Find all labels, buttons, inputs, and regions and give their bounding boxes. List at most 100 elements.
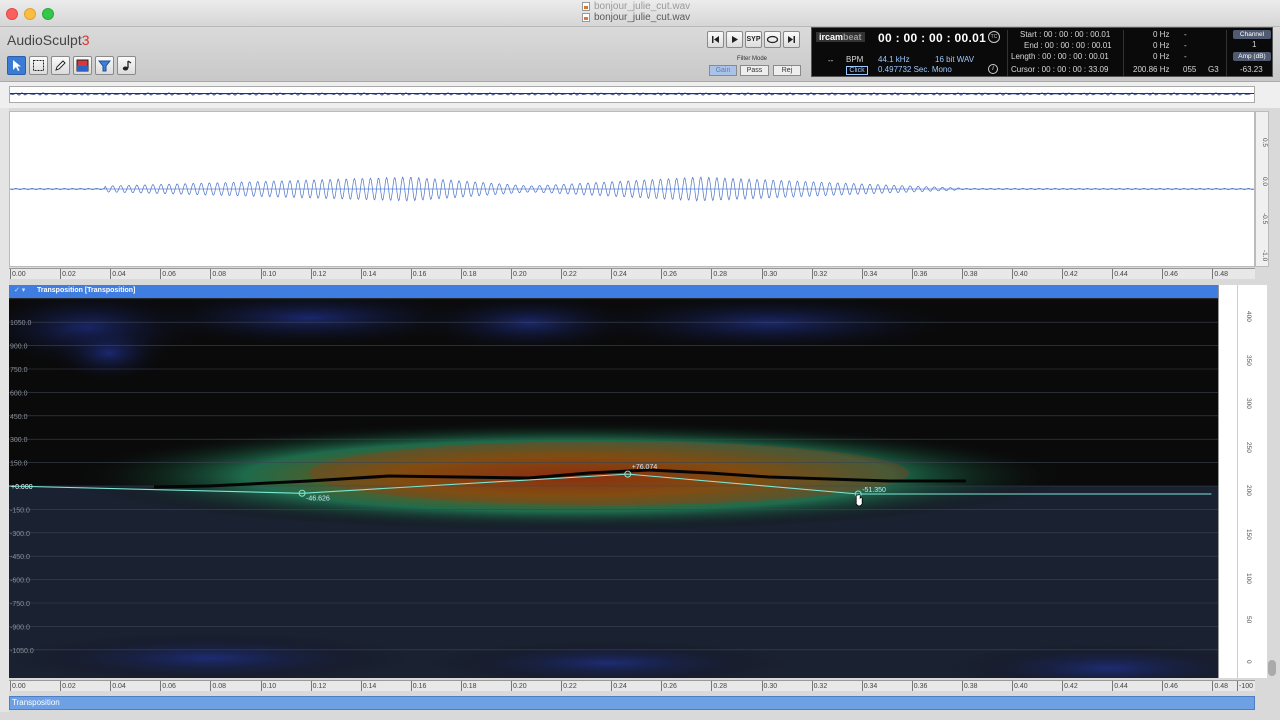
y-axis-label: 900.0 xyxy=(10,344,28,351)
timecode-mode-icon[interactable]: TC xyxy=(988,31,1000,43)
filter-icon xyxy=(98,60,111,72)
track-selector-bar[interactable]: Transposition xyxy=(9,696,1255,710)
time-tick: 0.18 xyxy=(460,269,477,279)
frequency-tick: 100 xyxy=(1245,572,1252,584)
vertical-scrollbar[interactable] xyxy=(1268,660,1276,676)
time-tick: 0.18 xyxy=(460,681,477,691)
filter-tool-button[interactable] xyxy=(95,56,114,75)
title-bar: bonjour_julie_cut.wav bonjour_julie_cut.… xyxy=(0,0,1280,27)
time-tick: 0.04 xyxy=(110,681,126,691)
wav-file-icon xyxy=(582,13,590,22)
cursor-time: Cursor : 00 : 00 : 00 : 33.09 xyxy=(1011,65,1109,74)
waveform-view[interactable] xyxy=(9,111,1255,267)
color-tool-button[interactable] xyxy=(73,56,92,75)
y-axis-label: 750.0 xyxy=(10,367,28,374)
window-title: bonjour_julie_cut.wav xyxy=(594,12,691,23)
selection-start: Start : 00 : 00 : 00 : 00.01 xyxy=(1020,30,1111,39)
dash: - xyxy=(1184,30,1187,39)
overview-strip[interactable] xyxy=(9,86,1255,103)
bit-depth: 16 bit WAV xyxy=(935,55,975,64)
frequency-tick: 250 xyxy=(1245,441,1252,453)
time-tick: 0.34 xyxy=(861,681,878,691)
filter-rej-button[interactable]: Rej xyxy=(773,65,801,76)
info-icon[interactable]: i xyxy=(988,64,998,74)
pencil-tool-button[interactable] xyxy=(51,56,70,75)
frequency-tick: 300 xyxy=(1245,398,1252,410)
play-button[interactable] xyxy=(726,31,743,48)
close-window-button[interactable] xyxy=(6,8,18,20)
y-axis-label: -600.0 xyxy=(10,578,30,585)
track-title: Transposition [Transposition] xyxy=(37,287,136,294)
time-ruler[interactable]: 0.00 0.02 0.04 0.06 0.08 0.10 0.12 0.14 0.16 0.18… xyxy=(9,268,1255,279)
spectrogram-canvas: 1050.0 900.0 750.0 600.0 450.0 300.0 150.0 +0.0… xyxy=(9,298,1218,678)
divider xyxy=(1007,30,1008,76)
time-ruler-bottom[interactable]: 0.00 0.02 0.04 0.06 0.08 0.10 0.12 0.14 0.16 0.18… xyxy=(9,680,1255,691)
minimize-window-button[interactable] xyxy=(24,8,36,20)
click-button[interactable]: Click xyxy=(846,66,868,75)
y-axis-label: 450.0 xyxy=(10,414,28,421)
time-tick: 0.32 xyxy=(811,681,828,691)
cursor-note: G3 xyxy=(1208,65,1219,74)
amp-tick: -1.0 xyxy=(1261,250,1268,262)
channel-label: Channel xyxy=(1233,30,1271,39)
time-tick: 0.02 xyxy=(60,681,76,691)
rect-select-tool-button[interactable] xyxy=(29,56,48,75)
time-tick: 0.28 xyxy=(711,681,728,691)
skip-back-button[interactable] xyxy=(707,31,724,48)
select-tool-button[interactable] xyxy=(7,56,26,75)
status-display: ircambeat 00 : 00 : 00 : 00.01 TC -- BPM… xyxy=(811,27,1273,77)
frequency-tick: 0 xyxy=(1245,659,1252,664)
selection-length: Length : 00 : 00 : 00 : 00.01 xyxy=(1011,52,1109,61)
syp-button[interactable]: SYP xyxy=(745,31,762,48)
app-window: bonjour_julie_cut.wav bonjour_julie_cut.… xyxy=(0,0,1280,720)
note-icon xyxy=(122,60,132,71)
time-tick: 0.22 xyxy=(561,269,577,279)
time-tick: 0.06 xyxy=(160,269,176,279)
y-axis-label: -300.0 xyxy=(10,531,30,538)
time-tick: 0.40 xyxy=(1012,681,1028,691)
time-tick: 0.30 xyxy=(761,269,778,279)
y-axis-label: -150.0 xyxy=(10,507,30,514)
spectrogram-side-panel xyxy=(1218,285,1237,678)
time-tick: 0.42 xyxy=(1062,269,1078,279)
rect-select-icon xyxy=(33,60,44,71)
amp-tick: 0.0 xyxy=(1261,177,1268,187)
color-rect-icon xyxy=(76,59,89,72)
time-tick: -100 xyxy=(1237,681,1254,691)
channel-value: 1 xyxy=(1252,40,1257,49)
bpm-dash: -- xyxy=(828,56,834,65)
time-tick: 0.10 xyxy=(260,269,277,279)
transposition-track-header[interactable]: ✓ ▾ Transposition [Transposition] xyxy=(9,285,1218,298)
time-tick: 0.00 xyxy=(10,269,26,279)
y-axis-label: -750.0 xyxy=(10,601,30,608)
y-axis-label: +0.000 xyxy=(11,484,33,491)
cursor-midi: 055 xyxy=(1183,65,1197,74)
divider xyxy=(1123,30,1124,76)
track-collapse-icon[interactable]: ✓ ▾ xyxy=(14,286,25,294)
file-duration: 0.497732 Sec. Mono xyxy=(878,65,952,74)
frequency-tick: 150 xyxy=(1245,529,1252,540)
time-tick: 0.44 xyxy=(1112,681,1128,691)
spectrogram-view[interactable]: 1050.0 900.0 750.0 600.0 450.0 300.0 150.0 +0.0… xyxy=(9,298,1218,678)
loop-button[interactable] xyxy=(764,31,781,48)
dash: - xyxy=(1184,52,1187,61)
wav-file-icon xyxy=(582,2,590,11)
time-tick: 0.48 xyxy=(1212,681,1229,691)
amp-value: -63.23 xyxy=(1240,65,1263,74)
frequency-tick: 50 xyxy=(1245,616,1252,624)
y-axis-label: 300.0 xyxy=(10,437,28,444)
sample-rate: 44.1 kHz xyxy=(878,55,910,64)
filter-gain-button[interactable]: Gain xyxy=(709,65,737,76)
bpm-label: BPM xyxy=(846,55,864,64)
skip-forward-button[interactable] xyxy=(783,31,800,48)
filter-pass-button[interactable]: Pass xyxy=(740,65,769,76)
waveform-trace xyxy=(9,176,1254,202)
time-tick: 0.40 xyxy=(1012,269,1028,279)
breakpoint-label: +76.074 xyxy=(632,464,658,471)
zoom-window-button[interactable] xyxy=(42,8,54,20)
note-tool-button[interactable] xyxy=(117,56,136,75)
selection-end: End : 00 : 00 : 00 : 00.01 xyxy=(1024,41,1112,50)
time-tick: 0.08 xyxy=(210,681,227,691)
y-axis-label: 1050.0 xyxy=(10,320,32,327)
time-tick: 0.04 xyxy=(110,269,126,279)
